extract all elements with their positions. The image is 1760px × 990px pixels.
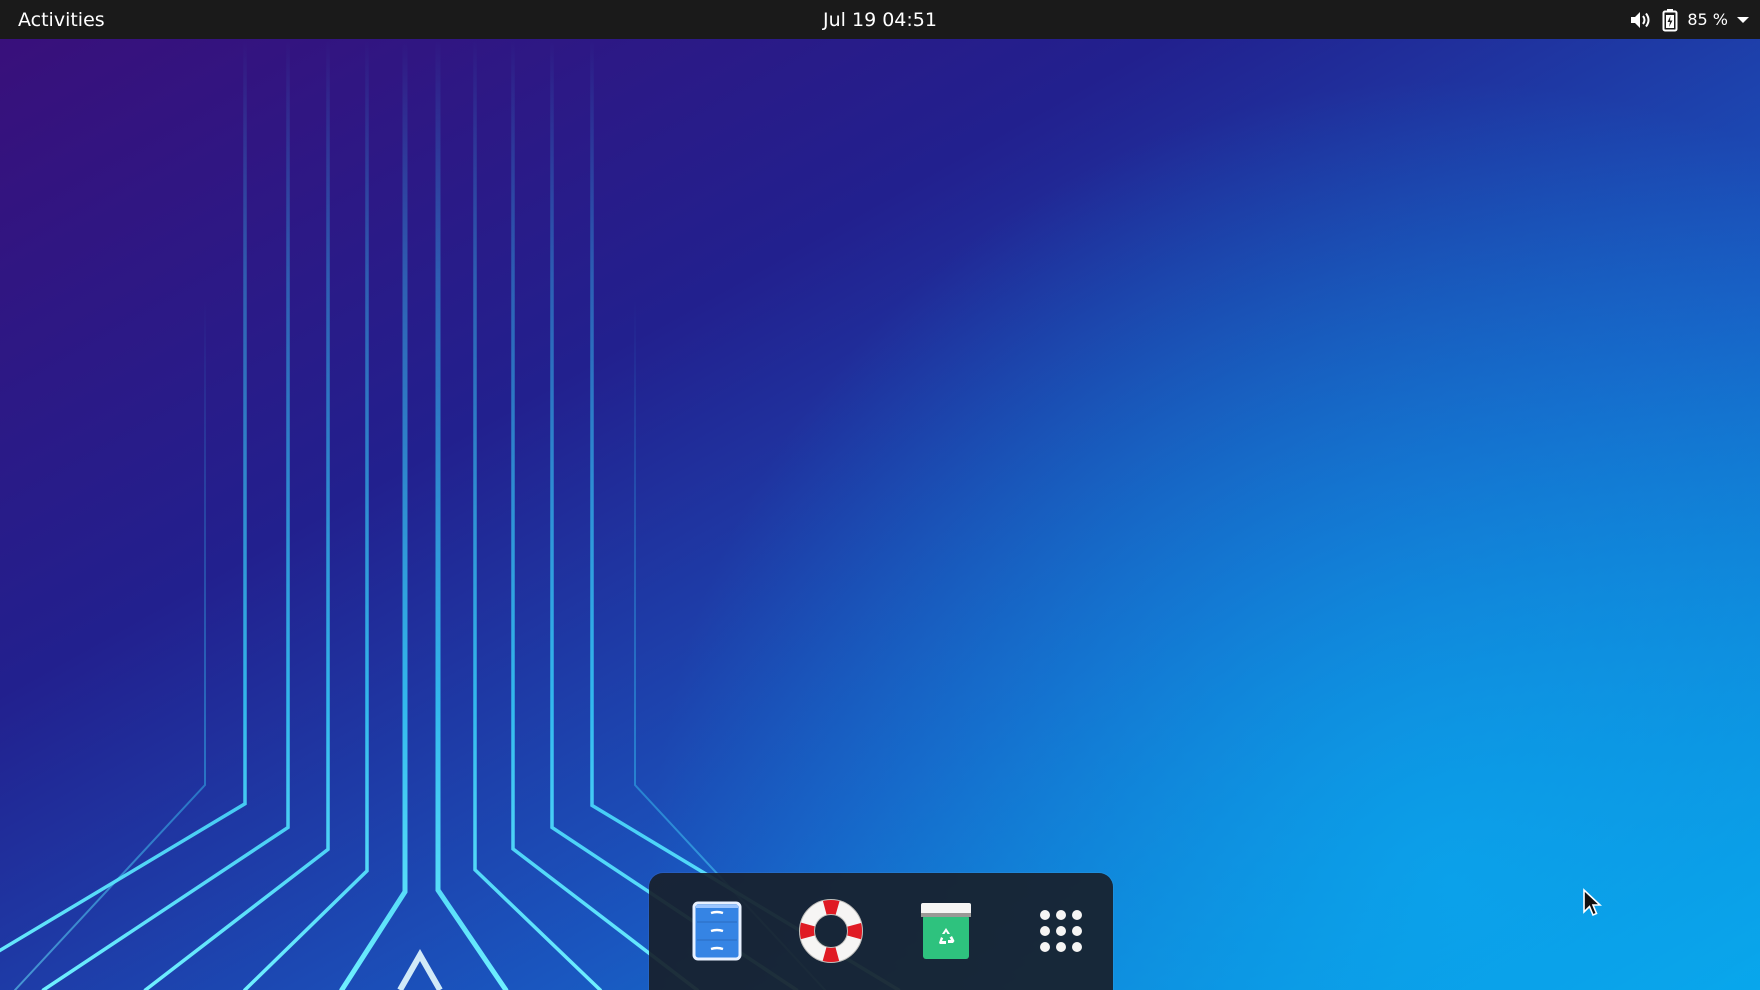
battery-icon xyxy=(1661,8,1679,32)
system-status-menu[interactable]: 85 % xyxy=(1629,0,1750,39)
files-launcher[interactable] xyxy=(673,887,761,975)
volume-icon xyxy=(1629,9,1653,31)
battery-percentage: 85 % xyxy=(1687,10,1728,29)
recycle-bin-icon xyxy=(919,901,973,961)
lifebuoy-icon xyxy=(798,898,864,964)
clock-date-menu[interactable]: Jul 19 04:51 xyxy=(812,0,948,39)
activities-button[interactable]: Activities xyxy=(12,0,111,39)
app-grid-icon xyxy=(1039,909,1083,953)
mouse-pointer-icon xyxy=(1582,888,1603,922)
wallpaper xyxy=(0,0,1760,990)
desktop: Activities Jul 19 04:51 85 % xyxy=(0,0,1760,990)
system-menu-arrow-icon xyxy=(1736,15,1750,25)
help-launcher[interactable] xyxy=(787,887,875,975)
show-applications-button[interactable] xyxy=(1017,887,1105,975)
dash-dock xyxy=(649,873,1113,990)
trash-launcher[interactable] xyxy=(902,887,990,975)
top-bar: Activities Jul 19 04:51 85 % xyxy=(0,0,1760,39)
file-cabinet-icon xyxy=(691,900,743,962)
